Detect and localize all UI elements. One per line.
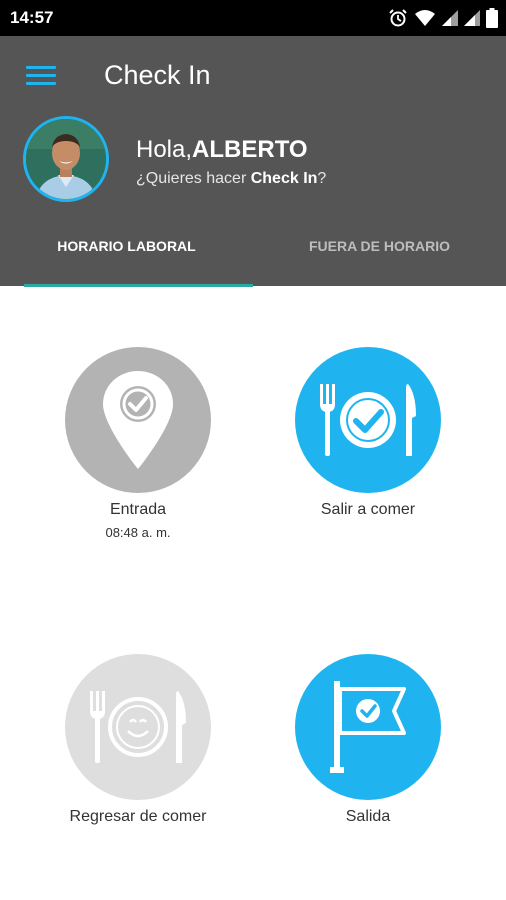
- meal-smile-icon: [65, 654, 211, 800]
- greeting: Hola,ALBERTO: [136, 136, 308, 164]
- alarm-icon: [389, 9, 407, 27]
- signal-icon: [442, 10, 458, 26]
- salida-label: Salida: [345, 808, 391, 825]
- salir-a-comer-label: Salir a comer: [320, 501, 416, 518]
- regresar-de-comer-button[interactable]: Regresar de comer: [38, 654, 238, 826]
- hamburger-menu-icon[interactable]: [26, 66, 56, 88]
- salida-button[interactable]: Salida: [268, 654, 468, 826]
- avatar: [23, 116, 109, 202]
- salir-a-comer-button[interactable]: Salir a comer: [268, 347, 468, 519]
- question-suffix: ?: [317, 170, 327, 187]
- wifi-icon: [415, 10, 435, 26]
- app-header: Check In Hola,ALBERTO ¿Quieres hacer Che…: [0, 36, 506, 286]
- greeting-text: Hola,: [136, 136, 193, 163]
- question-prefix: ¿Quieres hacer: [136, 170, 251, 187]
- signal-2-icon: [464, 10, 480, 26]
- entrada-label: Entrada: [109, 501, 167, 518]
- active-tab-indicator: [24, 284, 253, 287]
- user-name: ALBERTO: [192, 136, 308, 163]
- location-check-icon: [65, 347, 211, 493]
- tab-fuera-de-horario[interactable]: FUERA DE HORARIO: [253, 224, 506, 286]
- tab-horario-laboral[interactable]: HORARIO LABORAL: [0, 224, 253, 286]
- status-icons: [388, 6, 498, 30]
- entrada-button[interactable]: Entrada 08:48 a. m.: [38, 347, 238, 540]
- regresar-de-comer-label: Regresar de comer: [69, 808, 207, 825]
- flag-check-icon: [295, 654, 441, 800]
- entrada-time: 08:48 a. m.: [105, 525, 171, 540]
- user-photo: [26, 119, 106, 199]
- checkin-question: ¿Quieres hacer Check In?: [136, 170, 326, 188]
- question-bold: Check In: [250, 170, 318, 187]
- page-title: Check In: [104, 60, 211, 90]
- status-time: 14:57: [10, 8, 54, 27]
- battery-icon: [486, 8, 498, 28]
- meal-check-icon: [295, 347, 441, 493]
- status-bar: 14:57: [0, 0, 506, 36]
